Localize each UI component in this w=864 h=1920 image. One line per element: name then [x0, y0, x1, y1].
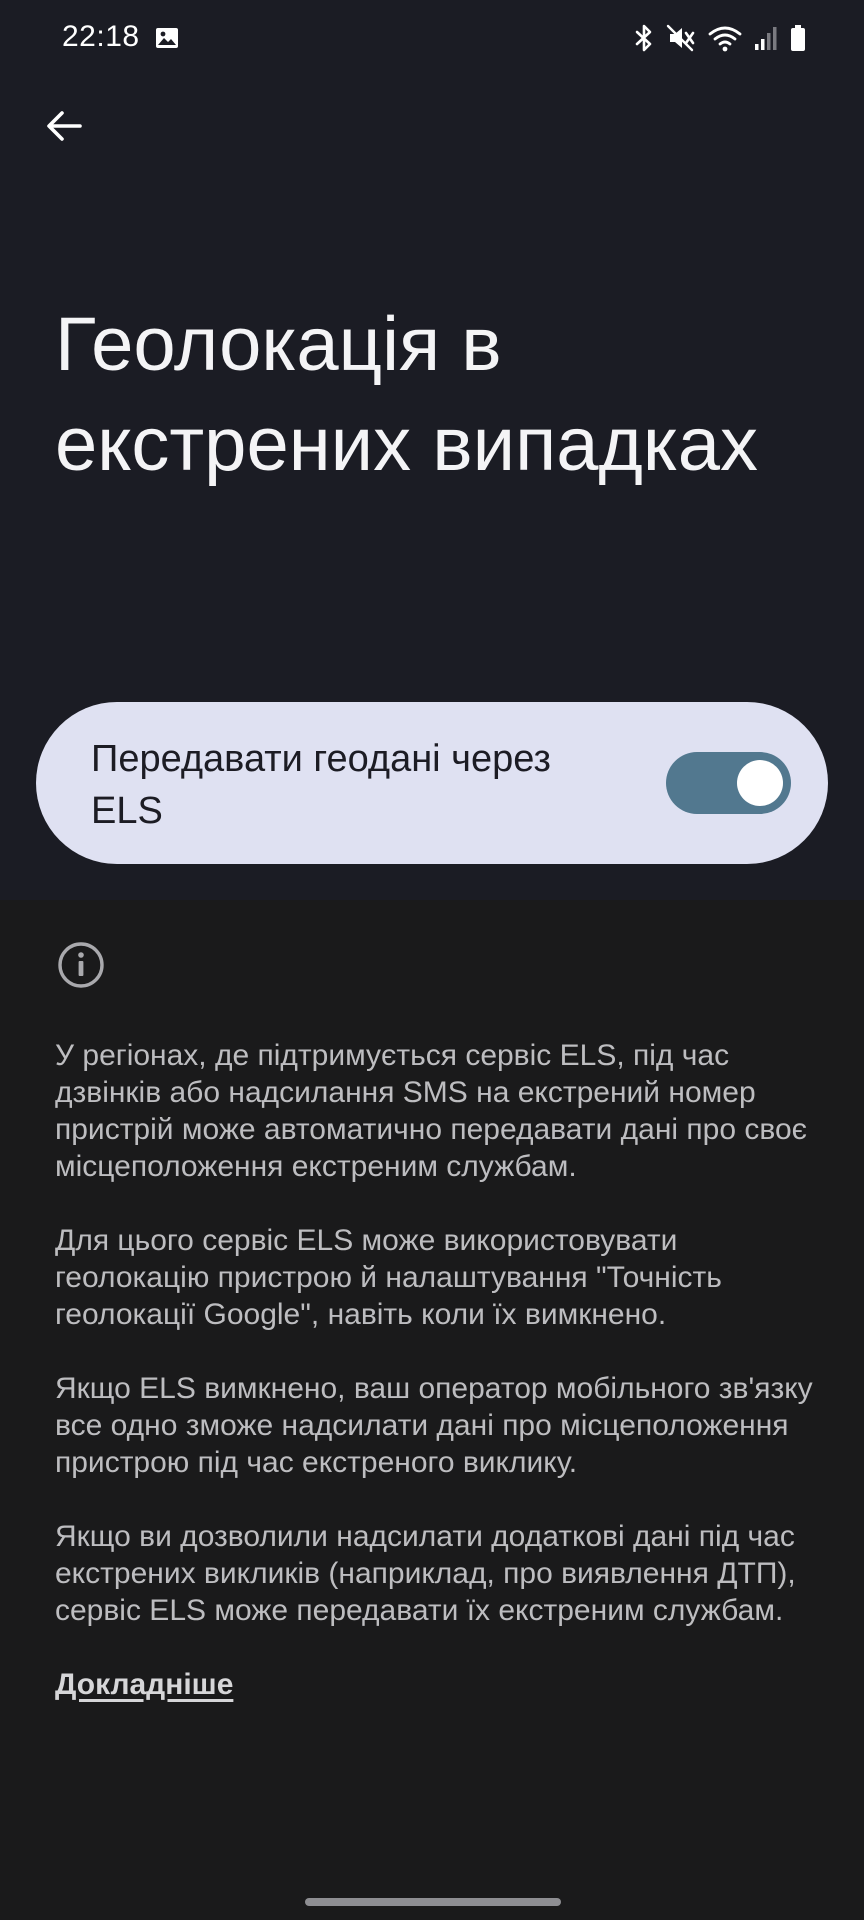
info-paragraph: Якщо ви дозволили надсилати додаткові да…	[55, 1520, 796, 1627]
info-paragraph: У регіонах, де підтримується сервіс ELS,…	[55, 1039, 807, 1183]
info-description: У регіонах, де підтримується сервіс ELS,…	[55, 1037, 825, 1703]
back-button[interactable]	[34, 96, 94, 156]
els-toggle-label: Передавати геодані через ELS	[91, 738, 551, 832]
gesture-nav-handle[interactable]	[305, 1898, 561, 1906]
status-icons	[634, 22, 806, 54]
learn-more-link[interactable]: Докладніше	[55, 1666, 233, 1703]
mute-icon	[666, 24, 695, 52]
status-bar: 22:18	[0, 0, 864, 80]
info-paragraph: Для цього сервіс ELS може використовуват…	[55, 1224, 722, 1331]
els-toggle-row[interactable]: Передавати геодані через ELS	[36, 702, 828, 864]
info-icon	[58, 942, 104, 988]
signal-icon	[755, 27, 777, 50]
status-time: 22:18	[62, 20, 140, 53]
bluetooth-icon	[635, 24, 652, 52]
battery-icon	[791, 25, 805, 51]
page-title: Геолокація в екстрених випадках	[55, 302, 759, 487]
gallery-icon	[156, 28, 178, 48]
els-switch[interactable]	[666, 752, 791, 814]
arrow-back-icon	[47, 111, 82, 141]
info-paragraph: Якщо ELS вимкнено, ваш оператор мобільно…	[55, 1372, 813, 1479]
switch-thumb	[737, 760, 783, 806]
wifi-icon	[708, 26, 742, 52]
